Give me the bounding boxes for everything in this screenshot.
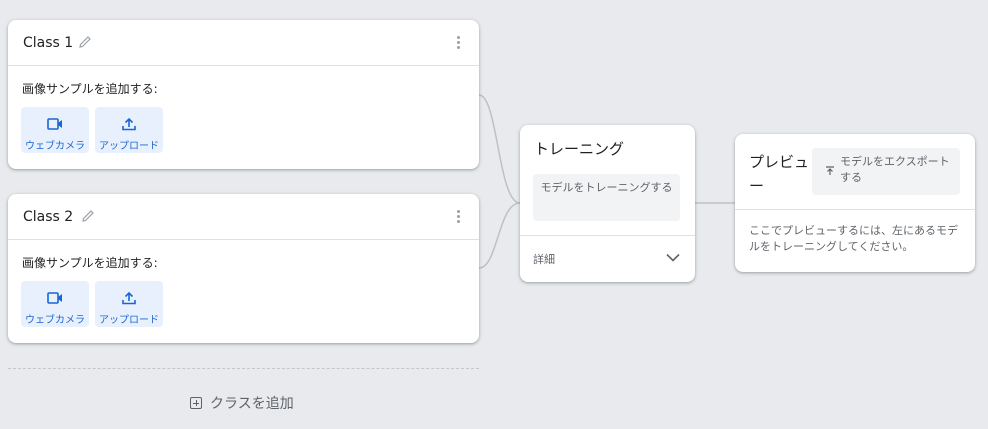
export-model-button[interactable]: モデルをエクスポートする: [812, 148, 960, 195]
webcam-button[interactable]: ウェブカメラ: [21, 281, 89, 327]
class-card-1: Class 1 画像サンプルを追加する: ウェブカメラ アップロード: [8, 20, 479, 169]
export-button-label: モデルをエクスポートする: [840, 155, 950, 184]
upload-label: アップロード: [99, 315, 159, 326]
preview-message: ここでプレビューするには、左にあるモデルをトレーニングしてください。: [749, 224, 958, 253]
videocam-icon: [47, 292, 62, 304]
upload-button[interactable]: アップロード: [95, 107, 163, 153]
upload-label: アップロード: [99, 141, 159, 152]
edit-pencil-icon[interactable]: [77, 34, 93, 50]
add-class-button[interactable]: クラスを追加: [190, 393, 294, 413]
more-vert-icon[interactable]: [457, 210, 461, 224]
add-box-icon: [190, 397, 202, 409]
export-upload-icon: [826, 166, 834, 175]
upload-icon: [122, 117, 136, 131]
class-card-2: Class 2 画像サンプルを追加する: ウェブカメラ アップロード: [8, 194, 479, 343]
more-vert-icon[interactable]: [457, 36, 461, 50]
videocam-icon: [47, 118, 62, 130]
upload-button[interactable]: アップロード: [95, 281, 163, 327]
add-samples-label: 画像サンプルを追加する:: [22, 256, 158, 270]
webcam-label: ウェブカメラ: [25, 141, 85, 152]
add-samples-label: 画像サンプルを追加する:: [22, 82, 158, 96]
training-card: トレーニング モデルをトレーニングする 詳細: [520, 125, 695, 282]
train-model-button[interactable]: モデルをトレーニングする: [533, 174, 680, 221]
divider: [735, 209, 975, 210]
divider: [520, 235, 695, 236]
class-title[interactable]: Class 1: [23, 35, 73, 51]
details-label[interactable]: 詳細: [533, 251, 555, 267]
edit-pencil-icon[interactable]: [80, 208, 96, 224]
class-header: Class 1: [8, 20, 479, 66]
chevron-down-icon[interactable]: [666, 253, 680, 262]
webcam-button[interactable]: ウェブカメラ: [21, 107, 89, 153]
upload-icon: [122, 291, 136, 305]
class-header: Class 2: [8, 194, 479, 240]
webcam-label: ウェブカメラ: [25, 315, 85, 326]
add-class-label: クラスを追加: [210, 396, 294, 412]
preview-card: プレビュー モデルをエクスポートする ここでプレビューするには、左にあるモデルを…: [735, 134, 975, 272]
training-title: トレーニング: [534, 140, 625, 158]
preview-title: プレビュー: [749, 153, 810, 195]
class-title[interactable]: Class 2: [23, 209, 73, 225]
dashed-divider: [8, 368, 479, 371]
